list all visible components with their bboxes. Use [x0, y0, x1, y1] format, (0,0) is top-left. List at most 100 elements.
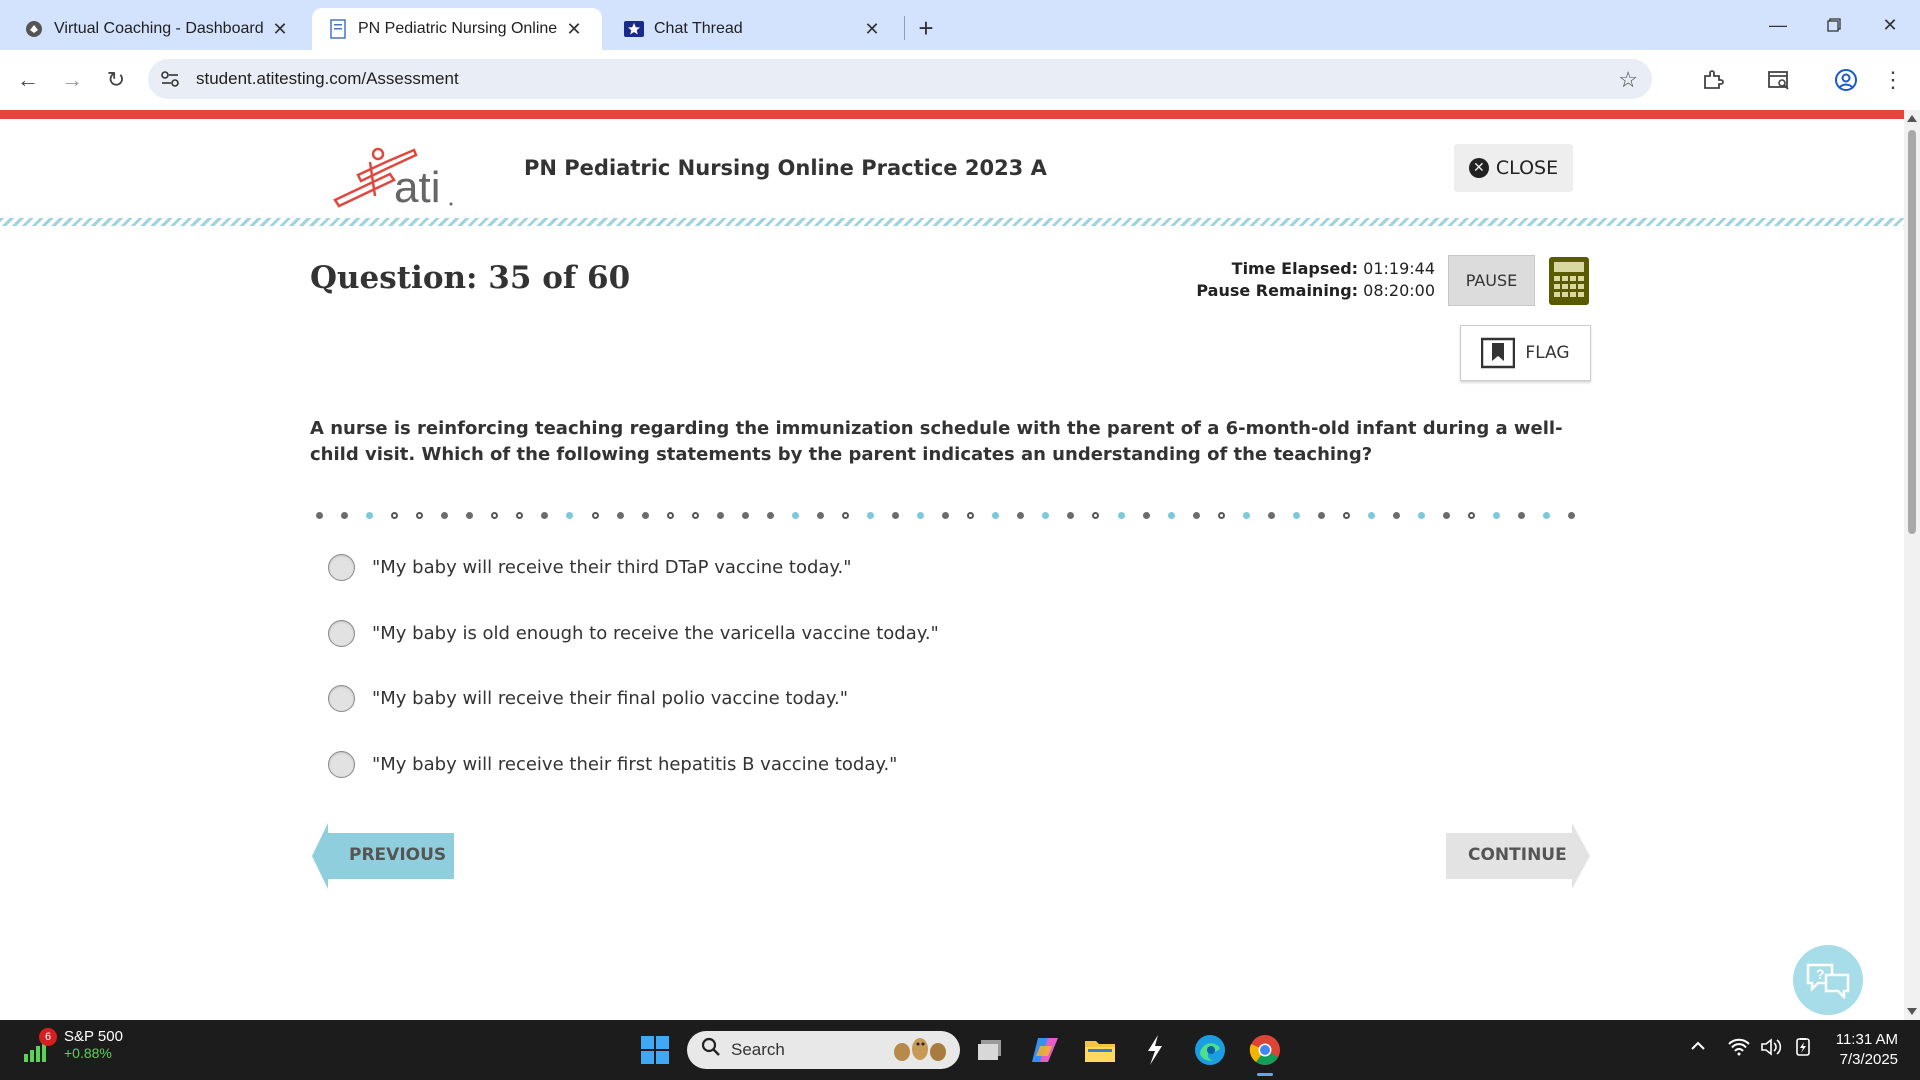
windows-start-icon[interactable] [635, 1030, 675, 1070]
header-divider [0, 218, 1904, 226]
tab-chat-thread[interactable]: Chat Thread ✕ [608, 8, 900, 50]
bookmark-star-icon[interactable]: ☆ [1618, 67, 1638, 93]
flag-button[interactable]: FLAG [1460, 325, 1591, 381]
close-window-icon[interactable]: ✕ [1862, 8, 1918, 42]
pause-remaining-label: Pause Remaining: [1196, 281, 1359, 300]
progress-dot [541, 511, 549, 519]
close-tab-icon[interactable]: ✕ [860, 17, 884, 41]
site-settings-icon[interactable] [160, 70, 182, 88]
progress-dot [1468, 511, 1476, 519]
progress-dot [591, 511, 599, 519]
progress-dot [1493, 511, 1501, 519]
answer-text: "My baby will receive their first hepati… [372, 753, 898, 775]
taskbar-search[interactable]: Search [687, 1031, 960, 1069]
progress-dot [666, 511, 674, 519]
close-label: CLOSE [1495, 157, 1559, 179]
progress-dot [441, 511, 449, 519]
tab-pn-pediatric[interactable]: PN Pediatric Nursing Online Pra ✕ [312, 8, 602, 50]
restore-icon[interactable] [1806, 8, 1862, 42]
time-elapsed-label: Time Elapsed: [1231, 259, 1359, 278]
progress-dot [316, 511, 323, 519]
stock-change: +0.88% [64, 1045, 112, 1061]
new-tab-plus-icon[interactable]: + [910, 12, 942, 44]
svg-text:?: ? [1816, 966, 1825, 982]
continue-button[interactable]: CONTINUE [1446, 823, 1590, 889]
wifi-icon[interactable] [1728, 1038, 1750, 1061]
scroll-thumb[interactable] [1908, 130, 1916, 534]
radio-button[interactable] [328, 750, 355, 778]
progress-dot [1142, 511, 1150, 519]
close-tab-icon[interactable]: ✕ [268, 17, 292, 41]
progress-dot [1192, 511, 1200, 519]
top-accent-bar [0, 110, 1904, 119]
menu-dots-icon[interactable]: ⋮ [1877, 64, 1909, 96]
scroll-down-arrow-icon[interactable] [1907, 1008, 1917, 1015]
system-clock[interactable]: 11:31 AM 7/3/2025 [1822, 1030, 1898, 1070]
question-stem: A nurse is reinforcing teaching regardin… [310, 418, 1563, 465]
tray-chevron-up-icon[interactable] [1690, 1038, 1706, 1059]
progress-dot [1067, 511, 1075, 519]
search-icon [701, 1037, 721, 1063]
progress-dot [341, 511, 349, 519]
answer-option-1[interactable]: "My baby will receive their third DTaP v… [328, 547, 852, 587]
radio-button[interactable] [328, 553, 355, 581]
help-chat-bubble-icon[interactable]: ? [1793, 945, 1863, 1015]
tab-virtual-coaching[interactable]: Virtual Coaching - Dashboard ✕ [8, 8, 308, 50]
flag-label: FLAG [1525, 343, 1570, 363]
timer-block: Time Elapsed: 01:19:44 Pause Remaining: … [1180, 258, 1435, 302]
logo-text: ati [394, 163, 440, 210]
minimize-icon[interactable]: — [1750, 8, 1806, 42]
question-progress-dots [316, 500, 1576, 530]
pause-button[interactable]: PAUSE [1448, 255, 1535, 306]
address-bar[interactable]: student.atitesting.com/Assessment ☆ [148, 59, 1652, 99]
battery-icon[interactable] [1792, 1038, 1814, 1061]
answer-option-3[interactable]: "My baby will receive their final polio … [328, 678, 848, 718]
calculator-icon[interactable] [1548, 256, 1590, 306]
copilot-icon[interactable] [1025, 1030, 1065, 1070]
extensions-puzzle-icon[interactable] [1697, 64, 1729, 96]
answer-option-2[interactable]: "My baby is old enough to receive the va… [328, 613, 939, 653]
task-view-icon[interactable] [970, 1030, 1010, 1070]
close-button[interactable]: ✕ CLOSE [1454, 144, 1573, 192]
reload-icon[interactable]: ↻ [100, 64, 132, 96]
profile-avatar-icon[interactable] [1830, 64, 1862, 96]
active-app-indicator [1257, 1073, 1273, 1076]
page-scrollbar[interactable] [1904, 110, 1920, 1020]
progress-dot [992, 511, 1000, 519]
time-elapsed-value: 01:19:44 [1363, 259, 1435, 278]
tab-search-icon[interactable] [1763, 64, 1795, 96]
progress-dot [366, 511, 374, 519]
answer-text: "My baby will receive their third DTaP v… [372, 556, 852, 578]
chrome-browser-icon[interactable] [1245, 1030, 1285, 1076]
edge-browser-icon[interactable] [1190, 1030, 1230, 1070]
close-circle-icon: ✕ [1468, 158, 1489, 178]
app-lightning-icon[interactable] [1135, 1030, 1175, 1070]
progress-dot [1092, 511, 1100, 519]
windows-taskbar: 6 S&P 500 +0.88% Search 11:31 AM 7/3/202… [0, 1020, 1920, 1080]
coaching-favicon [24, 19, 44, 39]
forward-arrow-icon[interactable]: → [56, 64, 88, 96]
address-toolbar: ← → ↻ student.atitesting.com/Assessment … [0, 50, 1920, 110]
close-tab-icon[interactable]: ✕ [562, 17, 586, 41]
radio-button[interactable] [328, 619, 355, 647]
scroll-up-arrow-icon[interactable] [1907, 115, 1917, 122]
volume-icon[interactable] [1760, 1038, 1782, 1061]
back-arrow-icon[interactable]: ← [12, 64, 44, 96]
file-explorer-icon[interactable] [1080, 1030, 1120, 1070]
clock-date: 7/3/2025 [1839, 1051, 1898, 1068]
previous-button[interactable]: PREVIOUS [312, 823, 455, 889]
progress-dot [741, 511, 749, 519]
tab-separator [904, 16, 905, 40]
progress-dot [967, 511, 975, 519]
progress-dot [691, 511, 699, 519]
answer-text: "My baby will receive their final polio … [372, 687, 849, 709]
answer-option-4[interactable]: "My baby will receive their first hepati… [328, 744, 897, 784]
pause-remaining-value: 08:20:00 [1363, 281, 1435, 300]
url-text: student.atitesting.com/Assessment [196, 69, 459, 88]
continue-label: CONTINUE [1468, 845, 1567, 865]
progress-dot [1418, 511, 1426, 519]
bookmark-flag-icon [1481, 337, 1516, 369]
stock-widget[interactable]: 6 S&P 500 +0.88% [22, 1028, 123, 1062]
radio-button[interactable] [328, 684, 355, 712]
progress-dot [841, 511, 849, 519]
